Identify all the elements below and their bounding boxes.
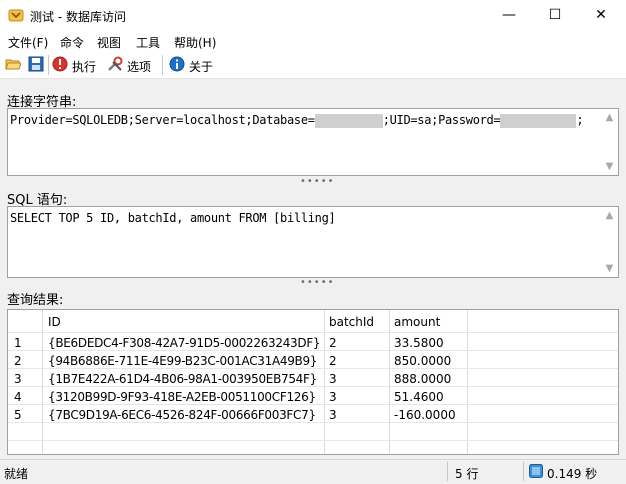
cell-batchid: 2 bbox=[329, 354, 337, 368]
about-button[interactable]: 关于 bbox=[189, 58, 213, 75]
redacted-database bbox=[314, 113, 383, 128]
cell-amount: 850.0000 bbox=[394, 354, 452, 368]
maximize-icon: ☐ bbox=[548, 7, 562, 23]
execute-button[interactable]: 执行 bbox=[72, 58, 96, 75]
close-button[interactable]: ✕ bbox=[578, 0, 624, 30]
row-number: 5 bbox=[14, 408, 22, 422]
menu-file[interactable]: 文件(F) bbox=[8, 34, 48, 51]
open-folder-icon[interactable] bbox=[5, 56, 21, 72]
title-bar[interactable]: 测试 - 数据库访问 — ☐ ✕ bbox=[0, 0, 626, 30]
scroll-down-icon[interactable]: ▼ bbox=[601, 158, 618, 175]
cell-id: {BE6DEDC4-F308-42A7-91D5-0002263243DF} bbox=[48, 336, 321, 350]
connection-scrollbar[interactable]: ▲ ▼ bbox=[601, 109, 618, 175]
status-elapsed: 0.149 秒 bbox=[547, 467, 598, 481]
row-number: 1 bbox=[14, 336, 22, 350]
window-title: 测试 - 数据库访问 bbox=[30, 10, 126, 24]
cell-id: {3120B99D-9F93-418E-A2EB-0051100CF126} bbox=[48, 390, 316, 404]
splitter-handle[interactable]: ••••• bbox=[300, 176, 335, 187]
splitter-handle[interactable]: ••••• bbox=[300, 277, 335, 288]
sql-input[interactable]: SELECT TOP 5 ID, batchId, amount FROM [b… bbox=[7, 206, 619, 278]
toolbar-separator bbox=[162, 55, 163, 75]
scroll-down-icon[interactable]: ▼ bbox=[601, 260, 618, 277]
status-separator bbox=[447, 462, 448, 481]
column-header-id[interactable]: ID bbox=[48, 315, 61, 329]
cell-batchid: 3 bbox=[329, 390, 337, 404]
column-header-amount[interactable]: amount bbox=[394, 315, 440, 329]
menu-tools[interactable]: 工具 bbox=[136, 34, 160, 51]
grid-divider bbox=[8, 368, 618, 369]
minimize-button[interactable]: — bbox=[486, 0, 532, 30]
status-bar: 就绪 5 行 0.149 秒 bbox=[0, 459, 626, 484]
sql-text: SELECT TOP 5 ID, batchId, amount FROM [b… bbox=[10, 211, 336, 225]
connection-prefix: Provider=SQLOLEDB;Server=localhost;Datab… bbox=[10, 113, 315, 127]
toolbar: 执行 选项 关于 bbox=[0, 52, 626, 79]
close-icon: ✕ bbox=[595, 7, 607, 23]
connection-middle: ;UID=sa;Password= bbox=[382, 113, 501, 127]
row-number: 3 bbox=[14, 372, 22, 386]
grid-divider bbox=[8, 332, 618, 333]
status-row-count: 5 行 bbox=[455, 467, 479, 481]
cell-amount: 33.5800 bbox=[394, 336, 444, 350]
scroll-up-icon[interactable]: ▲ bbox=[601, 207, 618, 224]
menu-bar: 文件(F) 命令 视图 工具 帮助(H) bbox=[0, 30, 626, 52]
menu-command[interactable]: 命令 bbox=[60, 34, 84, 51]
row-number: 4 bbox=[14, 390, 22, 404]
cell-id: {94B6886E-711E-4E99-B23C-001AC31A49B9} bbox=[48, 354, 318, 368]
timer-icon bbox=[529, 464, 543, 478]
status-ready: 就绪 bbox=[4, 467, 29, 481]
toolbar-separator bbox=[48, 55, 49, 75]
cell-amount: 51.4600 bbox=[394, 390, 444, 404]
grid-divider bbox=[8, 386, 618, 387]
status-separator bbox=[523, 462, 524, 481]
column-header-batchid[interactable]: batchId bbox=[329, 315, 374, 329]
options-icon[interactable] bbox=[107, 56, 123, 72]
grid-divider bbox=[8, 440, 618, 441]
grid-divider bbox=[8, 404, 618, 405]
cell-batchid: 2 bbox=[329, 336, 337, 350]
sql-scrollbar[interactable]: ▲ ▼ bbox=[601, 207, 618, 277]
cell-batchid: 3 bbox=[329, 408, 337, 422]
grid-divider bbox=[8, 422, 618, 423]
minimize-icon: — bbox=[502, 7, 516, 23]
redacted-password bbox=[500, 113, 577, 128]
connection-string-text: Provider=SQLOLEDB;Server=localhost;Datab… bbox=[10, 113, 584, 128]
grid-divider bbox=[8, 350, 618, 351]
menu-help[interactable]: 帮助(H) bbox=[174, 34, 216, 51]
menu-view[interactable]: 视图 bbox=[97, 34, 121, 51]
connection-suffix: ; bbox=[576, 113, 584, 127]
results-label: 查询结果: bbox=[7, 293, 64, 308]
execute-icon[interactable] bbox=[52, 56, 68, 72]
cell-batchid: 3 bbox=[329, 372, 337, 386]
maximize-button[interactable]: ☐ bbox=[532, 0, 578, 30]
row-number: 2 bbox=[14, 354, 22, 368]
options-button[interactable]: 选项 bbox=[127, 58, 151, 75]
connection-string-input[interactable]: Provider=SQLOLEDB;Server=localhost;Datab… bbox=[7, 108, 619, 176]
scroll-up-icon[interactable]: ▲ bbox=[601, 109, 618, 126]
save-icon[interactable] bbox=[28, 56, 44, 72]
app-icon bbox=[8, 9, 24, 22]
cell-amount: -160.0000 bbox=[394, 408, 456, 422]
about-icon[interactable] bbox=[169, 56, 185, 72]
results-grid[interactable]: ID batchId amount 1 {BE6DEDC4-F308-42A7-… bbox=[7, 309, 619, 455]
cell-amount: 888.0000 bbox=[394, 372, 452, 386]
cell-id: {1B7E422A-61D4-4B06-98A1-003950EB754F} bbox=[48, 372, 317, 386]
cell-id: {7BC9D19A-6EC6-4526-824F-00666F003FC7} bbox=[48, 408, 316, 422]
